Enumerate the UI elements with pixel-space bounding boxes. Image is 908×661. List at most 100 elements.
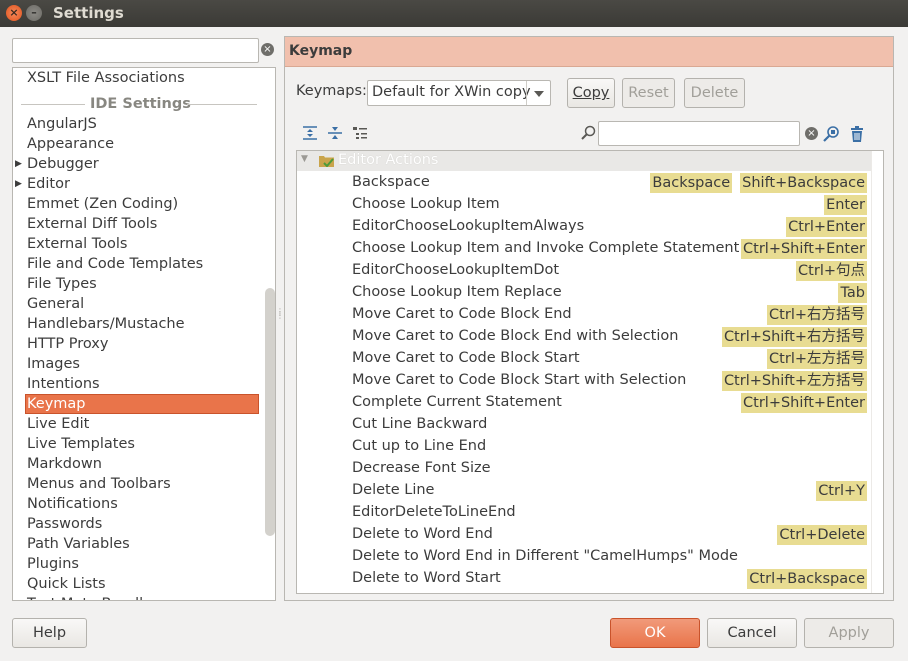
tree-item-label: HTTP Proxy bbox=[27, 336, 109, 352]
action-row[interactable]: Choose Lookup Item Replace Tab bbox=[297, 282, 871, 304]
action-row[interactable]: Cut Line Backward bbox=[297, 414, 871, 436]
expand-arrow-icon[interactable]: ▶ bbox=[15, 174, 22, 194]
keymap-select-value: Default for XWin copy bbox=[372, 84, 531, 100]
action-name: Move Caret to Code Block End bbox=[352, 306, 572, 322]
folder-icon bbox=[319, 156, 334, 167]
tree-item-editor[interactable]: ▶ Editor bbox=[13, 174, 263, 194]
action-name: Backspace bbox=[352, 174, 430, 190]
action-row[interactable]: EditorChooseLookupItemDot Ctrl+句点 bbox=[297, 260, 871, 282]
action-row[interactable]: Complete Current Statement Ctrl+Shift+Ent… bbox=[297, 392, 871, 414]
find-by-shortcut-icon[interactable] bbox=[823, 125, 841, 143]
expand-arrow-icon[interactable]: ▶ bbox=[15, 154, 22, 174]
action-row[interactable]: Choose Lookup Item Enter bbox=[297, 194, 871, 216]
action-row[interactable]: Delete Line Ctrl+Y bbox=[297, 480, 871, 502]
splitter-grip-icon[interactable]: ⋮ ⋮ bbox=[276, 308, 284, 324]
tree-item-http-proxy[interactable]: HTTP Proxy bbox=[13, 334, 263, 354]
tree-item-text-mate-bundles[interactable]: Text Mate Bundles bbox=[13, 594, 263, 600]
close-window-button[interactable]: × bbox=[6, 5, 22, 21]
action-row[interactable]: Delete to Word Start Ctrl+Backspace bbox=[297, 568, 871, 590]
action-row[interactable]: Move Caret to Code Block Start Ctrl+左方括号 bbox=[297, 348, 871, 370]
keymaps-label: Keymaps: bbox=[296, 83, 367, 99]
expand-all-icon[interactable] bbox=[302, 125, 318, 141]
tree-item-intentions[interactable]: Intentions bbox=[13, 374, 263, 394]
tree-item-emmet-zen-coding[interactable]: Emmet (Zen Coding) bbox=[13, 194, 263, 214]
list-scrollbar-track[interactable] bbox=[871, 151, 883, 593]
keymap-select[interactable]: Default for XWin copy bbox=[367, 80, 551, 106]
tree-view-icon[interactable] bbox=[352, 125, 368, 141]
action-row[interactable]: Cut up to Line End bbox=[297, 436, 871, 458]
shortcut-list: Ctrl+Shift+Enter bbox=[741, 393, 867, 413]
expand-arrow-icon[interactable]: ▼ bbox=[301, 154, 308, 164]
copy-button[interactable]: Copy bbox=[567, 78, 615, 108]
tree-item-quick-lists[interactable]: Quick Lists bbox=[13, 574, 263, 594]
settings-search-input[interactable] bbox=[12, 38, 259, 63]
category-row-editor-actions[interactable]: ▼ Editor Actions bbox=[297, 151, 871, 171]
tree-item-appearance[interactable]: Appearance bbox=[13, 134, 263, 154]
shortcut-list: Ctrl+Shift+左方括号 bbox=[721, 371, 867, 391]
action-row[interactable]: Move Caret to Code Block Start with Sele… bbox=[297, 370, 871, 392]
tree-item-live-edit[interactable]: Live Edit bbox=[13, 414, 263, 434]
minimize-window-button[interactable]: – bbox=[26, 5, 42, 21]
collapse-all-icon[interactable] bbox=[327, 125, 343, 141]
reset-button[interactable]: Reset bbox=[622, 78, 675, 108]
tree-item-markdown[interactable]: Markdown bbox=[13, 454, 263, 474]
ok-button[interactable]: OK bbox=[610, 618, 700, 648]
action-row[interactable]: Delete to Word End in Different "CamelHu… bbox=[297, 546, 871, 568]
tree-item-file-and-code-templates[interactable]: File and Code Templates bbox=[13, 254, 263, 274]
delete-button[interactable]: Delete bbox=[684, 78, 745, 108]
trash-icon[interactable] bbox=[849, 125, 865, 143]
tree-item-notifications[interactable]: Notifications bbox=[13, 494, 263, 514]
tree-item-debugger[interactable]: ▶ Debugger bbox=[13, 154, 263, 174]
action-row[interactable]: Backspace Backspace Shift+Backspace bbox=[297, 172, 871, 194]
tree-item-path-variables[interactable]: Path Variables bbox=[13, 534, 263, 554]
tree-item-menus-and-toolbars[interactable]: Menus and Toolbars bbox=[13, 474, 263, 494]
settings-tree: XSLT File Associations IDE Settings Angu… bbox=[12, 67, 276, 601]
tree-item-label: Editor bbox=[27, 176, 70, 192]
action-row[interactable]: Choose Lookup Item and Invoke Complete S… bbox=[297, 238, 871, 260]
tree-item-label: Passwords bbox=[27, 516, 103, 532]
shortcut-badge: Ctrl+句点 bbox=[796, 261, 867, 281]
tree-item-external-tools[interactable]: External Tools bbox=[13, 234, 263, 254]
tree-item-label: File Types bbox=[27, 276, 97, 292]
keymap-filter-input[interactable] bbox=[598, 121, 800, 146]
clear-filter-icon[interactable]: × bbox=[805, 127, 818, 140]
action-row[interactable]: Move Caret to Code Block End Ctrl+右方括号 bbox=[297, 304, 871, 326]
tree-item-passwords[interactable]: Passwords bbox=[13, 514, 263, 534]
title-bar: × – Settings bbox=[0, 0, 908, 27]
tree-item-xslt-file-associations[interactable]: XSLT File Associations bbox=[13, 68, 263, 88]
tree-item-keymap[interactable]: Keymap bbox=[25, 394, 259, 414]
help-button[interactable]: Help bbox=[12, 618, 87, 648]
tree-item-label: Live Edit bbox=[27, 416, 90, 432]
shortcut-list: Ctrl+Shift+Enter bbox=[741, 239, 867, 259]
action-row[interactable]: Move Caret to Code Block End with Select… bbox=[297, 326, 871, 348]
action-row[interactable]: EditorDeleteToLineEnd bbox=[297, 502, 871, 524]
shortcut-list: Ctrl+左方括号 bbox=[767, 349, 867, 369]
action-row[interactable]: EditorChooseLookupItemAlways Ctrl+Enter bbox=[297, 216, 871, 238]
tree-item-general[interactable]: General bbox=[13, 294, 263, 314]
chevron-down-icon[interactable] bbox=[526, 81, 550, 105]
action-row[interactable]: Decrease Font Size bbox=[297, 458, 871, 480]
action-name: Delete to Word End in Different "CamelHu… bbox=[352, 548, 738, 564]
panel-title: Keymap bbox=[289, 43, 353, 59]
tree-scrollbar[interactable] bbox=[265, 288, 275, 536]
tree-item-label: Markdown bbox=[27, 456, 102, 472]
apply-button[interactable]: Apply bbox=[804, 618, 894, 648]
cancel-button[interactable]: Cancel bbox=[707, 618, 797, 648]
action-name: Move Caret to Code Block Start with Sele… bbox=[352, 372, 687, 388]
tree-item-external-diff-tools[interactable]: External Diff Tools bbox=[13, 214, 263, 234]
tree-item-label: Menus and Toolbars bbox=[27, 476, 171, 492]
panel-header: Keymap bbox=[285, 37, 893, 67]
tree-item-plugins[interactable]: Plugins bbox=[13, 554, 263, 574]
tree-item-label: Notifications bbox=[27, 496, 118, 512]
separator-line-left bbox=[21, 104, 85, 105]
tree-item-file-types[interactable]: File Types bbox=[13, 274, 263, 294]
window-title: Settings bbox=[53, 4, 124, 22]
tree-item-handlebars-mustache[interactable]: Handlebars/Mustache bbox=[13, 314, 263, 334]
action-row[interactable]: Delete to Word End Ctrl+Delete bbox=[297, 524, 871, 546]
tree-item-images[interactable]: Images bbox=[13, 354, 263, 374]
clear-search-icon[interactable]: × bbox=[261, 43, 274, 56]
tree-item-angularjs[interactable]: AngularJS bbox=[13, 114, 263, 134]
shortcut-list: Ctrl+Shift+右方括号 bbox=[721, 327, 867, 347]
tree-item-live-templates[interactable]: Live Templates bbox=[13, 434, 263, 454]
action-name: Choose Lookup Item and Invoke Complete S… bbox=[352, 240, 740, 256]
